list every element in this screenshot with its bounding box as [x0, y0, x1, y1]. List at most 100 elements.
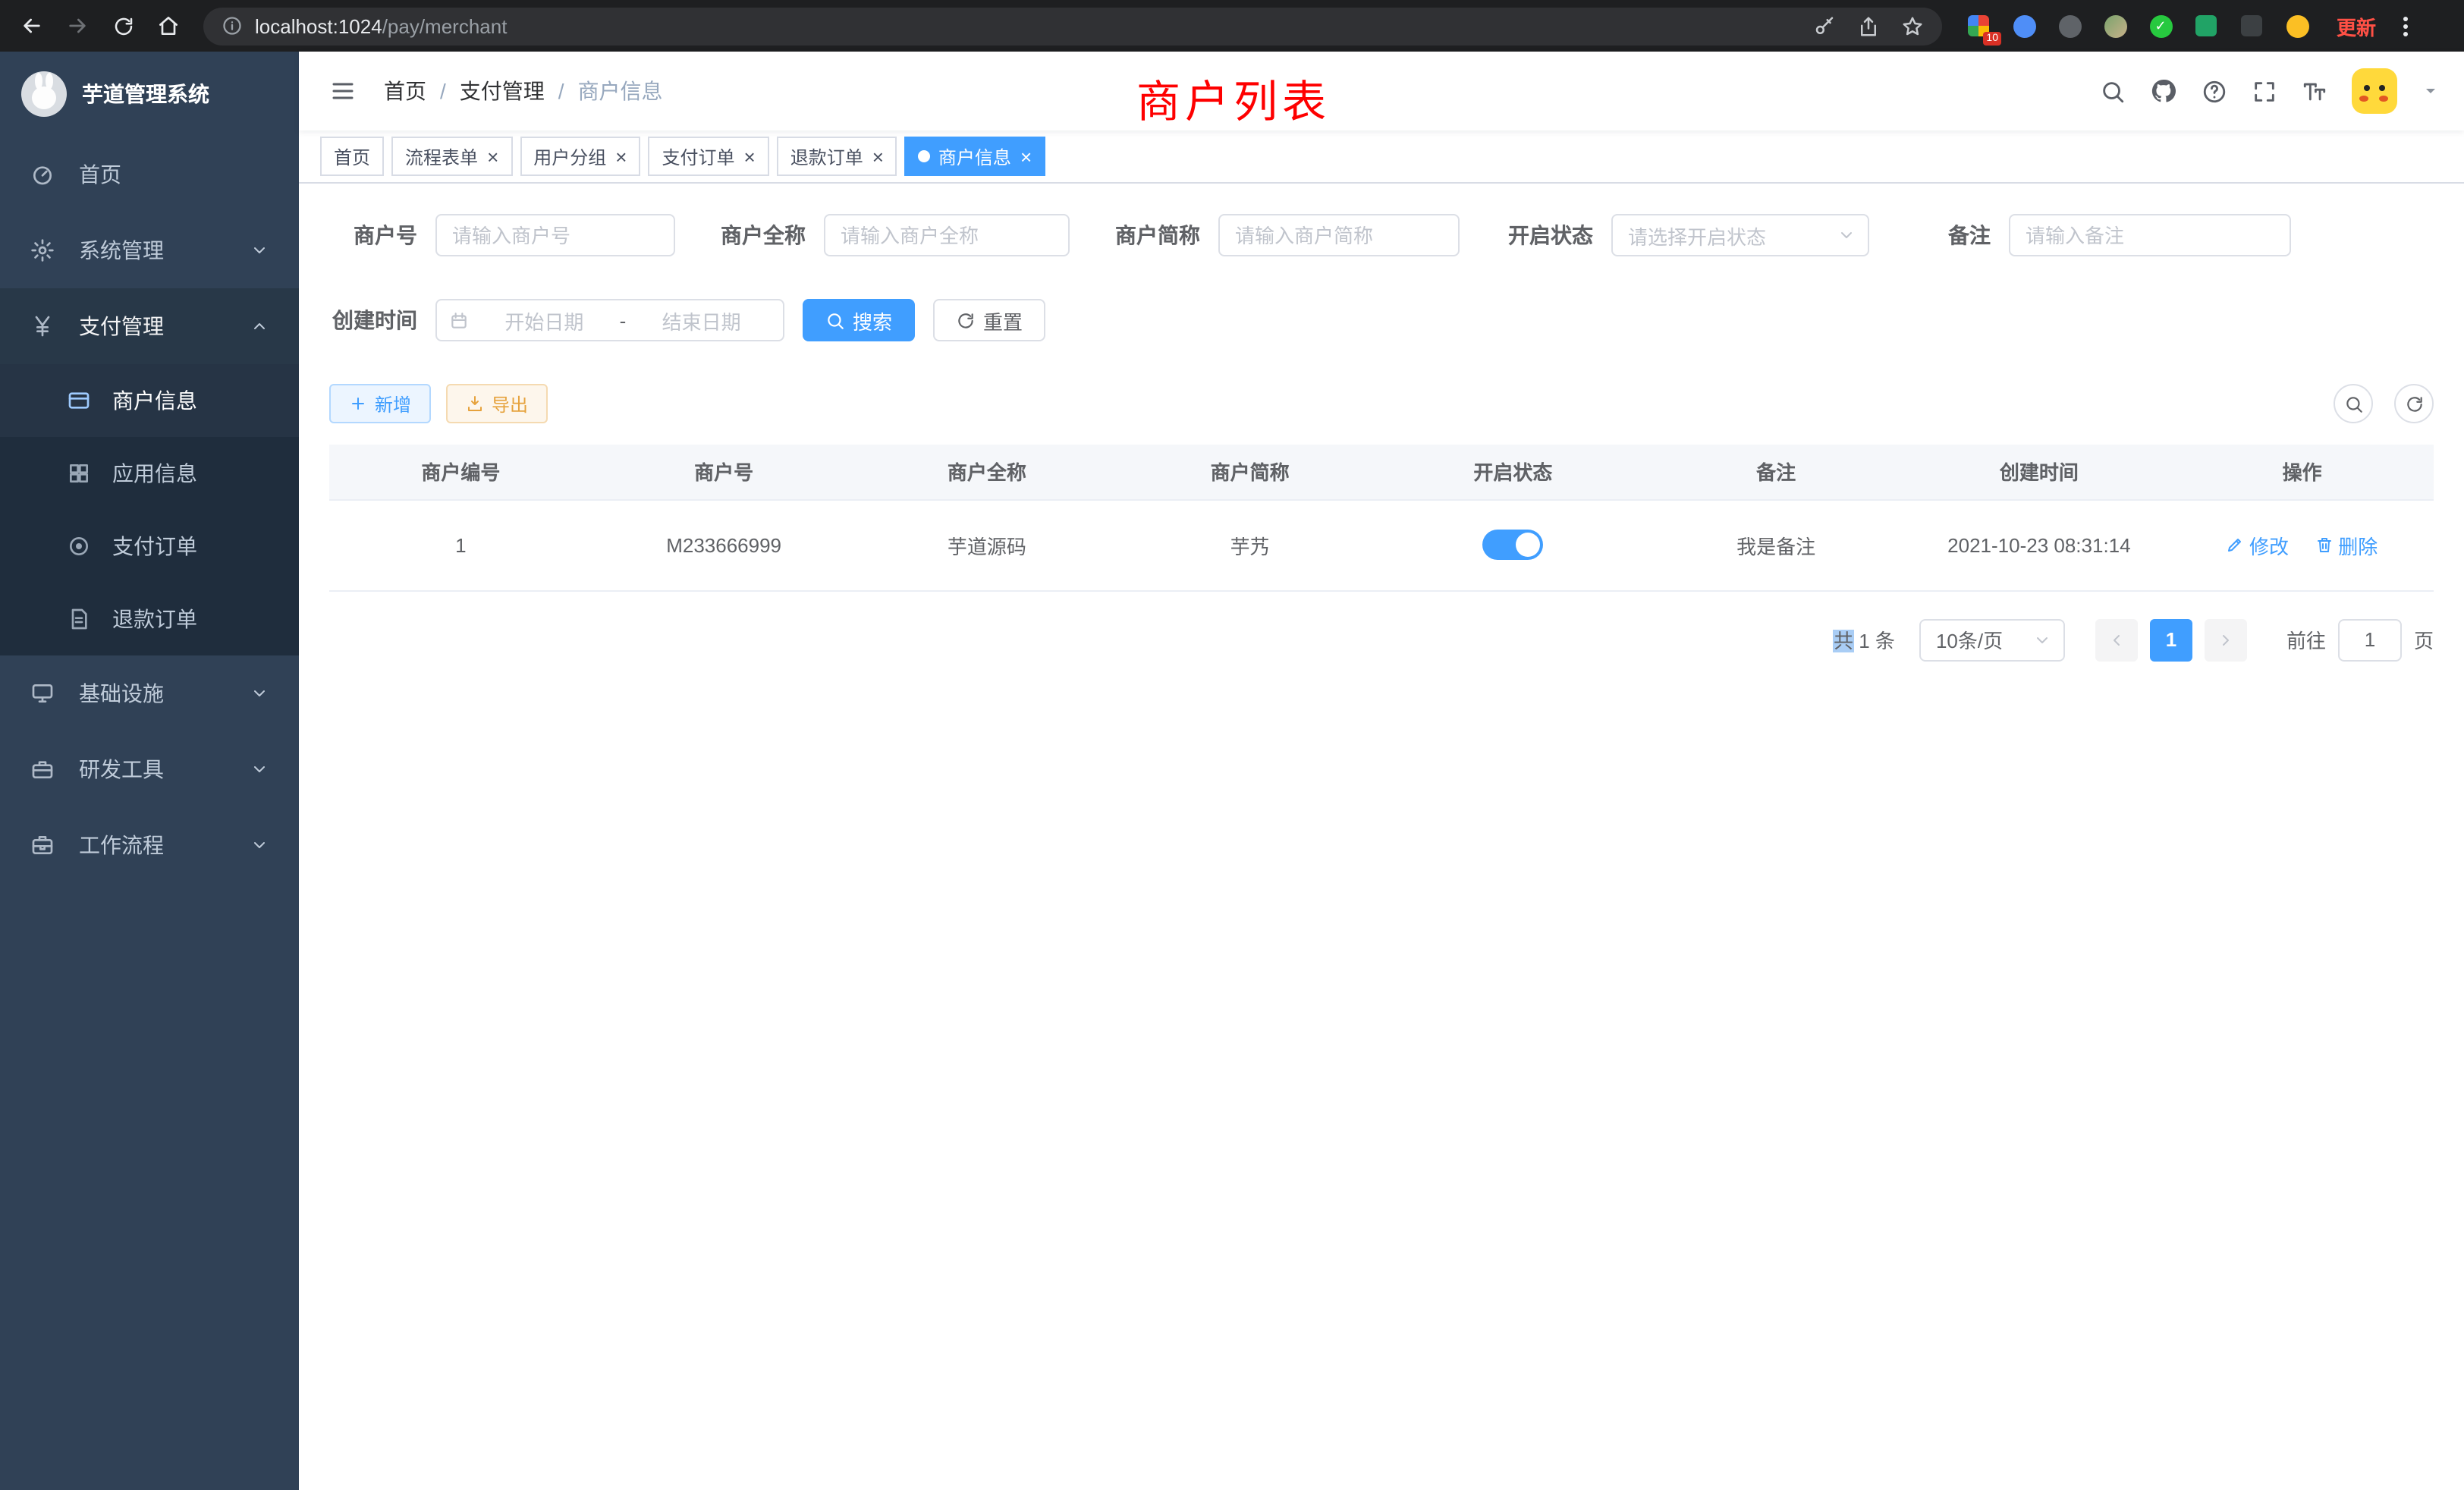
- tab-merchant-info[interactable]: 商户信息 ×: [905, 137, 1045, 176]
- delete-link-label: 删除: [2338, 530, 2378, 559]
- page-size-select[interactable]: 10条/页: [1919, 618, 2065, 661]
- export-button[interactable]: 导出: [446, 384, 548, 423]
- font-size-icon[interactable]: [2302, 78, 2327, 104]
- extension-green-circle-icon[interactable]: ✓: [2145, 11, 2176, 41]
- sidebar-item-payment[interactable]: 支付管理: [0, 288, 299, 364]
- tab-refund-orders[interactable]: 退款订单 ×: [777, 137, 897, 176]
- active-dot: [919, 150, 931, 162]
- sidebar-item-merchant-info[interactable]: 商户信息: [0, 364, 299, 437]
- create-time-label: 创建时间: [329, 305, 417, 335]
- breadcrumb-payment[interactable]: 支付管理: [460, 76, 545, 106]
- breadcrumb-separator: /: [440, 79, 446, 103]
- reset-button-label: 重置: [983, 306, 1023, 335]
- tab-label: 流程表单: [405, 143, 478, 169]
- sidebar-item-payment-orders[interactable]: 支付订单: [0, 510, 299, 583]
- close-icon[interactable]: ×: [615, 146, 627, 166]
- site-info-icon[interactable]: [222, 15, 243, 36]
- breadcrumb-home[interactable]: 首页: [384, 76, 426, 106]
- extension-green-square-icon[interactable]: [2191, 11, 2221, 41]
- browser-menu-icon[interactable]: [2391, 11, 2418, 41]
- merchant-no-label: 商户号: [329, 220, 417, 250]
- tab-user-group[interactable]: 用户分组 ×: [520, 137, 640, 176]
- extension-avatar-icon[interactable]: [2100, 11, 2130, 41]
- extension-dark-circle-icon[interactable]: [2054, 11, 2085, 41]
- next-page-button[interactable]: [2205, 618, 2247, 661]
- goto-label: 前往: [2286, 625, 2326, 654]
- status-toggle[interactable]: [1482, 530, 1543, 560]
- tab-payment-orders[interactable]: 支付订单 ×: [648, 137, 768, 176]
- status-select[interactable]: 请选择开启状态: [1611, 214, 1869, 256]
- date-separator: -: [620, 309, 627, 332]
- sidebar-item-system[interactable]: 系统管理: [0, 212, 299, 288]
- browser-update-button[interactable]: 更新: [2337, 11, 2376, 40]
- share-icon[interactable]: [1857, 14, 1880, 37]
- forward-button[interactable]: [58, 6, 97, 46]
- breadcrumb-current: 商户信息: [578, 76, 663, 106]
- top-navbar: 首页 / 支付管理 / 商户信息 商户列表: [299, 52, 2464, 130]
- merchant-no-input[interactable]: [435, 214, 675, 256]
- short-name-input[interactable]: [1218, 214, 1460, 256]
- credit-card-icon: [67, 388, 91, 413]
- col-short-name: 商户简称: [1118, 445, 1381, 499]
- tab-home[interactable]: 首页: [320, 137, 384, 176]
- reload-button[interactable]: [103, 6, 143, 46]
- sidebar-item-app-info[interactable]: 应用信息: [0, 437, 299, 510]
- monitor-icon: [30, 681, 55, 706]
- breadcrumb: 首页 / 支付管理 / 商户信息: [384, 76, 663, 106]
- toolbox-icon: [30, 757, 55, 781]
- github-icon[interactable]: [2150, 77, 2177, 105]
- help-icon[interactable]: [2202, 78, 2227, 104]
- full-name-input[interactable]: [824, 214, 1070, 256]
- sidebar-item-home[interactable]: 首页: [0, 137, 299, 212]
- remark-input[interactable]: [2009, 214, 2291, 256]
- logo-avatar: [21, 71, 67, 117]
- main-area: 首页 / 支付管理 / 商户信息 商户列表: [299, 52, 2464, 1490]
- extension-blue-drop-icon[interactable]: [2009, 11, 2039, 41]
- date-start-placeholder: 开始日期: [475, 306, 614, 335]
- extension-badge: 10: [1983, 32, 2001, 46]
- close-icon[interactable]: ×: [1020, 146, 1032, 166]
- tab-label: 退款订单: [790, 143, 863, 169]
- extension-emoji-icon[interactable]: [2282, 11, 2312, 41]
- address-bar[interactable]: localhost:1024 /pay/merchant: [203, 7, 1942, 45]
- extension-colorful-icon[interactable]: 10: [1963, 11, 1994, 41]
- col-full-name: 商户全称: [856, 445, 1119, 499]
- col-merchant-id: 商户编号: [329, 445, 592, 499]
- home-button[interactable]: [149, 6, 188, 46]
- user-avatar[interactable]: [2352, 68, 2397, 114]
- close-icon[interactable]: ×: [487, 146, 498, 166]
- url-host: localhost:1024: [255, 14, 382, 37]
- sidebar-item-refund-orders[interactable]: 退款订单: [0, 583, 299, 655]
- sidebar-item-dev-tools[interactable]: 研发工具: [0, 731, 299, 807]
- page-number-1[interactable]: 1: [2150, 618, 2192, 661]
- close-icon[interactable]: ×: [872, 146, 884, 166]
- edit-link[interactable]: 修改: [2227, 530, 2289, 559]
- search-icon[interactable]: [2100, 78, 2126, 104]
- bookmark-star-icon[interactable]: [1901, 14, 1924, 37]
- chevron-up-icon: [250, 317, 269, 335]
- app-logo[interactable]: 芋道管理系统: [0, 52, 299, 137]
- tab-process-form[interactable]: 流程表单 ×: [391, 137, 512, 176]
- prev-page-button[interactable]: [2095, 618, 2138, 661]
- back-button[interactable]: [12, 6, 52, 46]
- sidebar-item-label: 退款订单: [112, 604, 197, 634]
- search-button[interactable]: 搜索: [803, 299, 915, 341]
- cell-merchant-no: M233666999: [592, 499, 856, 590]
- sidebar-item-workflow[interactable]: 工作流程: [0, 807, 299, 883]
- toggle-search-button[interactable]: [2334, 384, 2373, 423]
- col-status: 开启状态: [1381, 445, 1645, 499]
- password-key-icon[interactable]: [1813, 14, 1836, 37]
- create-time-range-picker[interactable]: 开始日期 - 结束日期: [435, 299, 784, 341]
- extension-dark-square-icon[interactable]: [2236, 11, 2267, 41]
- close-icon[interactable]: ×: [744, 146, 756, 166]
- goto-page-input[interactable]: [2338, 618, 2402, 661]
- sidebar-collapse-icon[interactable]: [323, 71, 363, 111]
- delete-link[interactable]: 删除: [2315, 530, 2378, 559]
- add-button[interactable]: 新增: [329, 384, 431, 423]
- avatar-caret-down-icon[interactable]: [2422, 82, 2440, 100]
- extensions-row: 10 ✓: [1963, 11, 2312, 41]
- reset-button[interactable]: 重置: [933, 299, 1045, 341]
- refresh-table-button[interactable]: [2394, 384, 2434, 423]
- sidebar-item-infrastructure[interactable]: 基础设施: [0, 655, 299, 731]
- fullscreen-icon[interactable]: [2252, 78, 2277, 104]
